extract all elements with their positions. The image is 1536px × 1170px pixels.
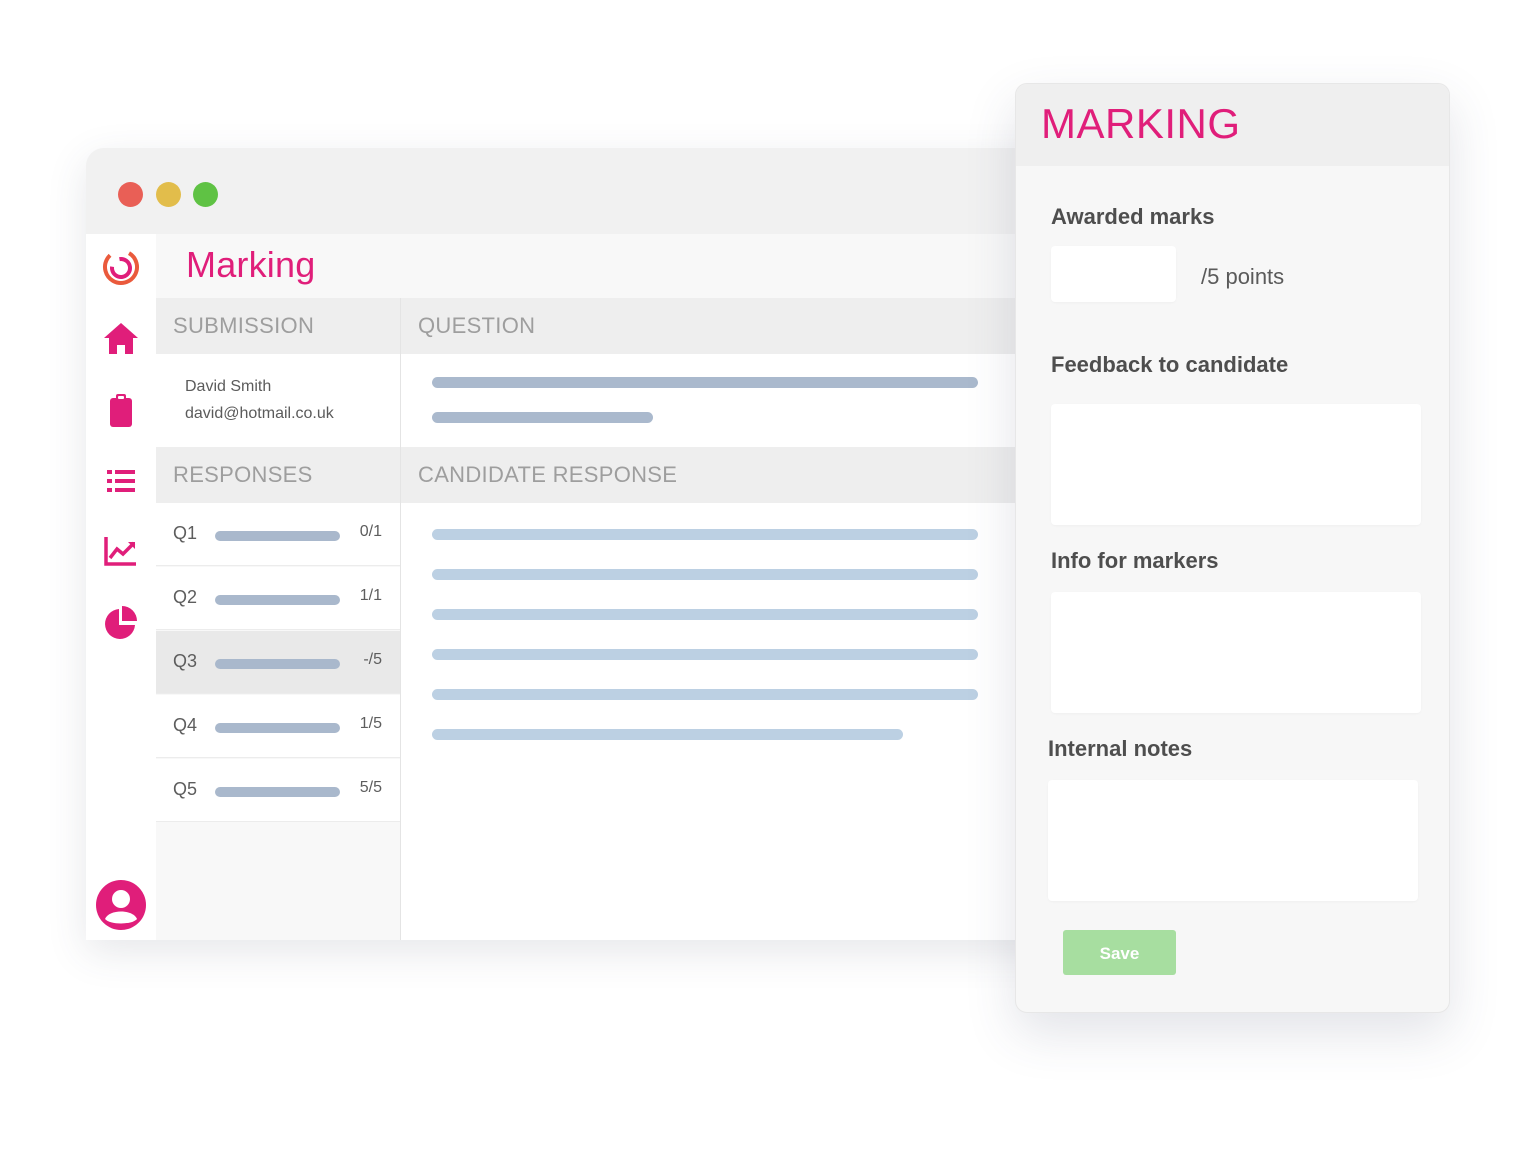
candidate-response-header: CANDIDATE RESPONSE (401, 447, 1076, 503)
internal-notes-label: Internal notes (1048, 736, 1193, 761)
response-line (432, 729, 903, 740)
response-row-q1[interactable]: Q1 0/1 (156, 503, 400, 566)
title-bar (86, 148, 1076, 234)
response-label: Q2 (173, 587, 198, 607)
logo-icon[interactable] (102, 248, 140, 286)
response-row-q2[interactable]: Q2 1/1 (156, 567, 400, 630)
feedback-label: Feedback to candidate (1051, 352, 1289, 377)
clipboard-icon[interactable] (102, 392, 140, 430)
maximize-window-button[interactable] (193, 182, 218, 207)
question-line (432, 377, 978, 388)
marking-panel: MARKING Awarded marks /5 points Feedback… (1015, 83, 1450, 1013)
response-score: -/5 (363, 651, 382, 668)
home-icon[interactable] (102, 320, 140, 358)
pie-chart-icon[interactable] (102, 604, 140, 642)
info-for-markers-label: Info for markers (1051, 548, 1219, 573)
question-text (401, 354, 1076, 447)
submission-cell (156, 354, 400, 447)
submission-header: SUBMISSION (156, 298, 400, 354)
analytics-icon[interactable] (102, 532, 140, 570)
response-label: Q5 (173, 779, 198, 799)
response-row-q5[interactable]: Q5 5/5 (156, 759, 400, 822)
awarded-marks-label: Awarded marks (1051, 204, 1215, 229)
close-window-button[interactable] (118, 182, 143, 207)
list-icon[interactable] (102, 462, 140, 500)
page-title: Marking (186, 244, 316, 285)
response-score: 1/1 (359, 587, 382, 604)
panel-header: MARKING (1016, 84, 1449, 166)
candidate-email: david@hotmail.co.uk (185, 405, 334, 422)
internal-notes-textarea[interactable] (1048, 780, 1418, 901)
response-label: Q3 (173, 651, 198, 671)
question-header: QUESTION (401, 298, 1076, 354)
responses-header: RESPONSES (156, 447, 400, 503)
awarded-marks-input[interactable] (1051, 246, 1176, 302)
response-line (432, 609, 978, 620)
main-content: Marking SUBMISSION QUESTION David Smith … (156, 234, 1076, 940)
response-line (432, 569, 978, 580)
response-preview-bar (215, 723, 340, 733)
question-line (432, 412, 653, 423)
response-preview-bar (215, 787, 340, 797)
response-label: Q4 (173, 715, 198, 735)
response-line (432, 689, 978, 700)
sidebar (86, 234, 156, 940)
response-line (432, 529, 978, 540)
points-suffix: /5 points (1201, 264, 1285, 289)
candidate-name: David Smith (185, 378, 272, 395)
response-label: Q1 (173, 523, 198, 543)
user-avatar-icon[interactable] (95, 879, 147, 931)
response-preview-bar (215, 595, 340, 605)
response-line (432, 649, 978, 660)
response-score: 1/5 (359, 715, 382, 732)
candidate-response-text (401, 503, 1076, 940)
response-row-q4[interactable]: Q4 1/5 (156, 695, 400, 758)
response-score: 0/1 (359, 523, 382, 540)
column-divider (400, 298, 401, 940)
app-window: Marking SUBMISSION QUESTION David Smith … (86, 148, 1076, 940)
panel-title: MARKING (1041, 100, 1241, 147)
response-preview-bar (215, 531, 340, 541)
minimize-window-button[interactable] (156, 182, 181, 207)
info-for-markers-textarea[interactable] (1051, 592, 1421, 713)
response-row-q3[interactable]: Q3 -/5 (156, 631, 400, 694)
response-preview-bar (215, 659, 340, 669)
save-button[interactable]: Save (1063, 930, 1176, 975)
response-score: 5/5 (359, 779, 382, 796)
feedback-textarea[interactable] (1051, 404, 1421, 525)
